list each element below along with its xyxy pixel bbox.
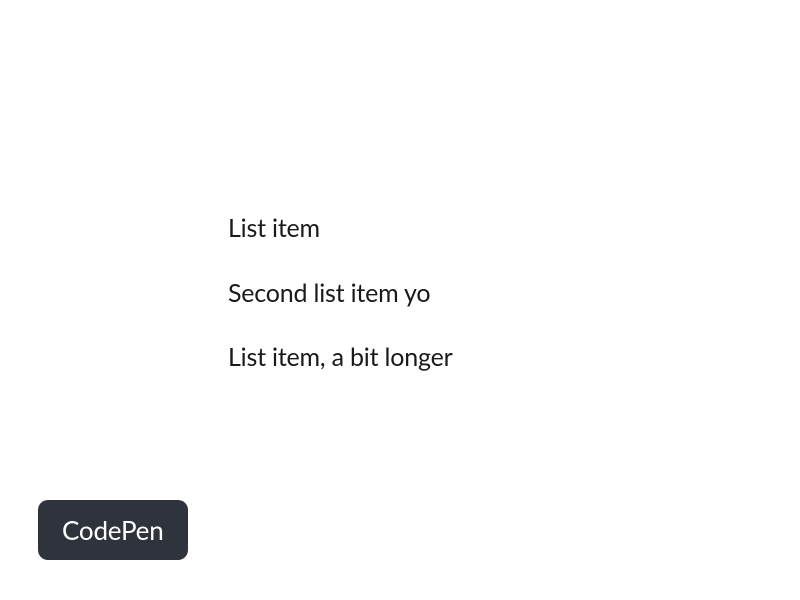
codepen-badge[interactable]: CodePen [38, 500, 188, 560]
list-container: List item Second list item yo List item,… [228, 212, 452, 374]
list-item: List item [228, 212, 452, 245]
list-item: Second list item yo [228, 277, 452, 310]
list-item: List item, a bit longer [228, 341, 452, 374]
